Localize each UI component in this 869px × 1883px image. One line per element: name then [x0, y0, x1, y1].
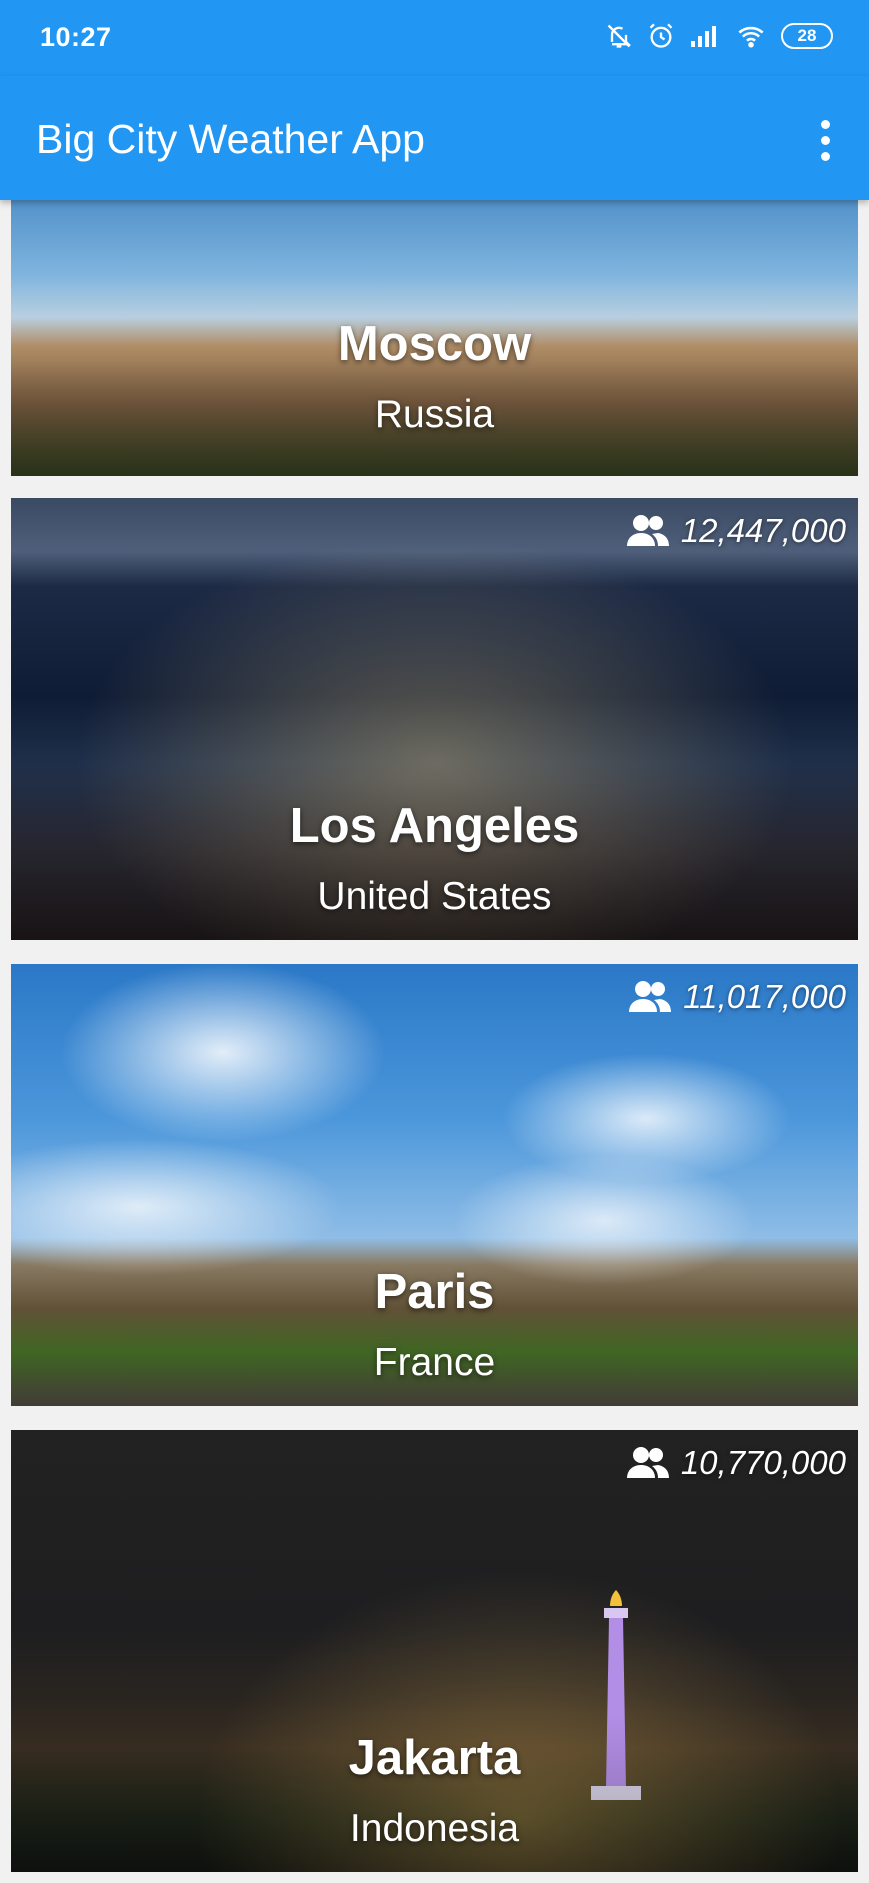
signal-icon: [691, 26, 716, 47]
more-vert-icon[interactable]: [801, 112, 849, 168]
country-name: France: [373, 1341, 496, 1384]
bell-off-icon: [607, 24, 632, 48]
city-name: Moscow: [337, 317, 532, 371]
country-name: Indonesia: [349, 1807, 520, 1850]
alarm-icon: [649, 23, 673, 48]
status-bar: 10:27 28: [0, 0, 869, 76]
country-name: United States: [317, 875, 552, 918]
people-icon: [629, 981, 672, 1012]
city-card-jakarta[interactable]: 10,770,000 Jakarta Indonesia: [11, 1430, 858, 1872]
city-card-paris[interactable]: 11,017,000 Paris France: [11, 964, 858, 1406]
city-list[interactable]: Moscow Russia 12,447,000 Los Angeles Uni…: [0, 200, 869, 1883]
people-icon: [626, 1447, 669, 1478]
population-value: 11,017,000: [683, 978, 846, 1015]
people-icon: [626, 515, 669, 546]
population-value: 12,447,000: [680, 512, 846, 549]
status-time: 10:27: [40, 22, 112, 52]
country-name: Russia: [374, 393, 495, 436]
population-value: 10,770,000: [680, 1444, 846, 1481]
city-name: Los Angeles: [289, 799, 580, 853]
population-badge: 12,447,000: [625, 512, 846, 550]
status-icons: 28: [605, 22, 833, 50]
population-badge: 10,770,000: [625, 1444, 846, 1482]
app-bar: Big City Weather App: [0, 76, 869, 200]
wifi-icon: [738, 26, 764, 48]
city-name: Paris: [374, 1265, 495, 1319]
city-card-los-angeles[interactable]: 12,447,000 Los Angeles United States: [11, 498, 858, 940]
app-title: Big City Weather App: [36, 116, 425, 162]
city-name: Jakarta: [348, 1731, 521, 1785]
population-badge: 11,017,000: [627, 978, 846, 1016]
battery-icon: 28: [781, 23, 833, 49]
city-card-moscow[interactable]: Moscow Russia: [11, 200, 858, 476]
